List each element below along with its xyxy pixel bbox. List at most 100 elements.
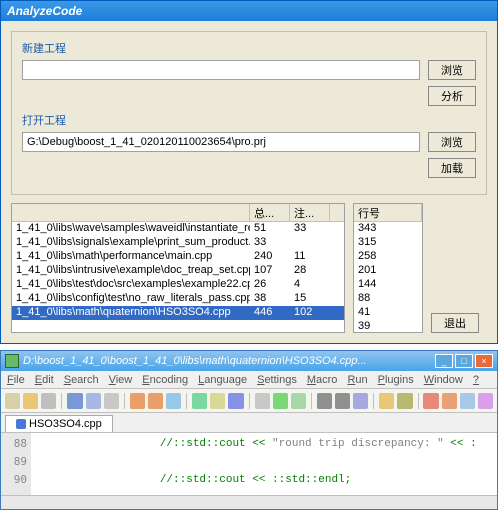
menu-file[interactable]: File [7,374,25,386]
files-table[interactable]: 总... 注... 1_41_0\libs\wave\samples\wavei… [11,203,345,333]
cell-line: 258 [354,250,380,264]
cell-total: 26 [250,278,290,292]
menu-?[interactable]: ? [473,374,479,386]
table-row[interactable]: 1_41_0\libs\test\doc\src\examples\exampl… [12,278,344,292]
titlebar[interactable]: AnalyzeCode [1,1,497,21]
line-row[interactable]: 258 [354,250,422,264]
col-comment[interactable]: 注... [290,204,330,221]
toolbar-icon-5[interactable] [104,393,119,409]
toolbar-icon-13[interactable] [273,393,288,409]
line-row[interactable]: 315 [354,236,422,250]
toolbar-separator [249,393,250,409]
toolbar-icon-22[interactable] [460,393,475,409]
toolbar-icon-15[interactable] [317,393,332,409]
toolbar-icon-23[interactable] [478,393,493,409]
cell-comment: 28 [290,264,330,278]
tab-strip: HSO3SO4.cpp [1,413,497,433]
table-row[interactable]: 1_41_0\libs\math\performance\main.cpp240… [12,250,344,264]
cell-line: 41 [354,306,374,320]
code-line[interactable]: //::std::cout << ::std::endl; [41,471,497,489]
toolbar-icon-6[interactable] [130,393,145,409]
toolbar-icon-17[interactable] [353,393,368,409]
cell-file: 1_41_0\libs\signals\example\print_sum_pr… [12,236,250,250]
toolbar-icon-8[interactable] [166,393,181,409]
cell-comment: 15 [290,292,330,306]
file-icon [16,419,26,429]
toolbar-icon-4[interactable] [86,393,101,409]
toolbar-icon-11[interactable] [228,393,243,409]
line-row[interactable]: 144 [354,278,422,292]
code-line[interactable]: //::std::cout << "round trip discrepancy… [41,435,497,453]
code-line[interactable] [41,453,497,471]
toolbar-icon-0[interactable] [5,393,20,409]
menu-edit[interactable]: Edit [35,374,54,386]
close-button[interactable]: × [475,354,493,368]
table-row[interactable]: 1_41_0\libs\signals\example\print_sum_pr… [12,236,344,250]
menu-plugins[interactable]: Plugins [378,374,414,386]
menubar: File Edit Search View Encoding Language Settin… [1,371,497,389]
toolbar-icon-14[interactable] [291,393,306,409]
cell-line: 88 [354,292,374,306]
toolbar-icon-21[interactable] [442,393,457,409]
toolbar-icon-9[interactable] [192,393,207,409]
toolbar-icon-1[interactable] [23,393,38,409]
new-project-input[interactable] [22,60,420,80]
line-number-table[interactable]: 行号 343315258201144884139 [353,203,423,333]
editor-titlebar[interactable]: D:\boost_1_41_0\boost_1_41_0\libs\math\q… [1,351,497,371]
cell-file: 1_41_0\libs\config\test\no_raw_literals_… [12,292,250,306]
line-row[interactable]: 343 [354,222,422,236]
browse-open-button[interactable]: 浏览 [428,132,476,152]
menu-view[interactable]: View [109,374,133,386]
toolbar-icon-16[interactable] [335,393,350,409]
code-area[interactable]: 888990 //::std::cout << "round trip disc… [1,433,497,495]
toolbar-icon-3[interactable] [67,393,82,409]
cell-comment: 4 [290,278,330,292]
toolbar-icon-19[interactable] [397,393,412,409]
exit-button[interactable]: 退出 [431,313,479,333]
menu-run[interactable]: Run [347,374,367,386]
toolbar-icon-10[interactable] [210,393,225,409]
table-row[interactable]: 1_41_0\libs\config\test\no_raw_literals_… [12,292,344,306]
cell-file: 1_41_0\libs\intrusive\example\doc_treap_… [12,264,250,278]
line-row[interactable]: 39 [354,320,422,334]
maximize-button[interactable]: □ [455,354,473,368]
menu-search[interactable]: Search [64,374,99,386]
menu-window[interactable]: Window [424,374,463,386]
toolbar-icon-18[interactable] [379,393,394,409]
open-project-input[interactable] [22,132,420,152]
code-lines[interactable]: //::std::cout << "round trip discrepancy… [31,433,497,495]
menu-settings[interactable]: Settings [257,374,297,386]
table-row[interactable]: 1_41_0\libs\wave\samples\waveidl\instant… [12,222,344,236]
file-tab[interactable]: HSO3SO4.cpp [5,415,113,432]
menu-encoding[interactable]: Encoding [142,374,188,386]
col-line-number[interactable]: 行号 [354,204,422,221]
load-button[interactable]: 加载 [428,158,476,178]
line-row[interactable]: 201 [354,264,422,278]
file-tab-label: HSO3SO4.cpp [29,418,102,430]
toolbar-icon-12[interactable] [255,393,270,409]
table-row[interactable]: 1_41_0\libs\math\quaternion\HSO3SO4.cpp4… [12,306,344,320]
toolbar-separator [61,393,62,409]
cell-line: 144 [354,278,380,292]
line-row[interactable]: 41 [354,306,422,320]
horizontal-scrollbar[interactable] [1,495,497,509]
line-row[interactable]: 88 [354,292,422,306]
window-body: 新建工程 浏览 分析 打开工程 浏览 加载 总... 注.. [1,21,497,343]
col-total[interactable]: 总... [250,204,290,221]
minimize-button[interactable]: _ [435,354,453,368]
toolbar-icon-2[interactable] [41,393,56,409]
editor-window: D:\boost_1_41_0\boost_1_41_0\libs\math\q… [0,350,498,510]
cell-file: 1_41_0\libs\math\quaternion\HSO3SO4.cpp [12,306,250,320]
toolbar-separator [186,393,187,409]
menu-language[interactable]: Language [198,374,247,386]
toolbar-icon-7[interactable] [148,393,163,409]
table-row[interactable]: 1_41_0\libs\intrusive\example\doc_treap_… [12,264,344,278]
analyze-button[interactable]: 分析 [428,86,476,106]
toolbar [1,389,497,413]
cell-total: 51 [250,222,290,236]
col-file[interactable] [12,204,250,221]
browse-new-button[interactable]: 浏览 [428,60,476,80]
files-table-head: 总... 注... [12,204,344,222]
toolbar-icon-20[interactable] [423,393,438,409]
menu-macro[interactable]: Macro [307,374,338,386]
